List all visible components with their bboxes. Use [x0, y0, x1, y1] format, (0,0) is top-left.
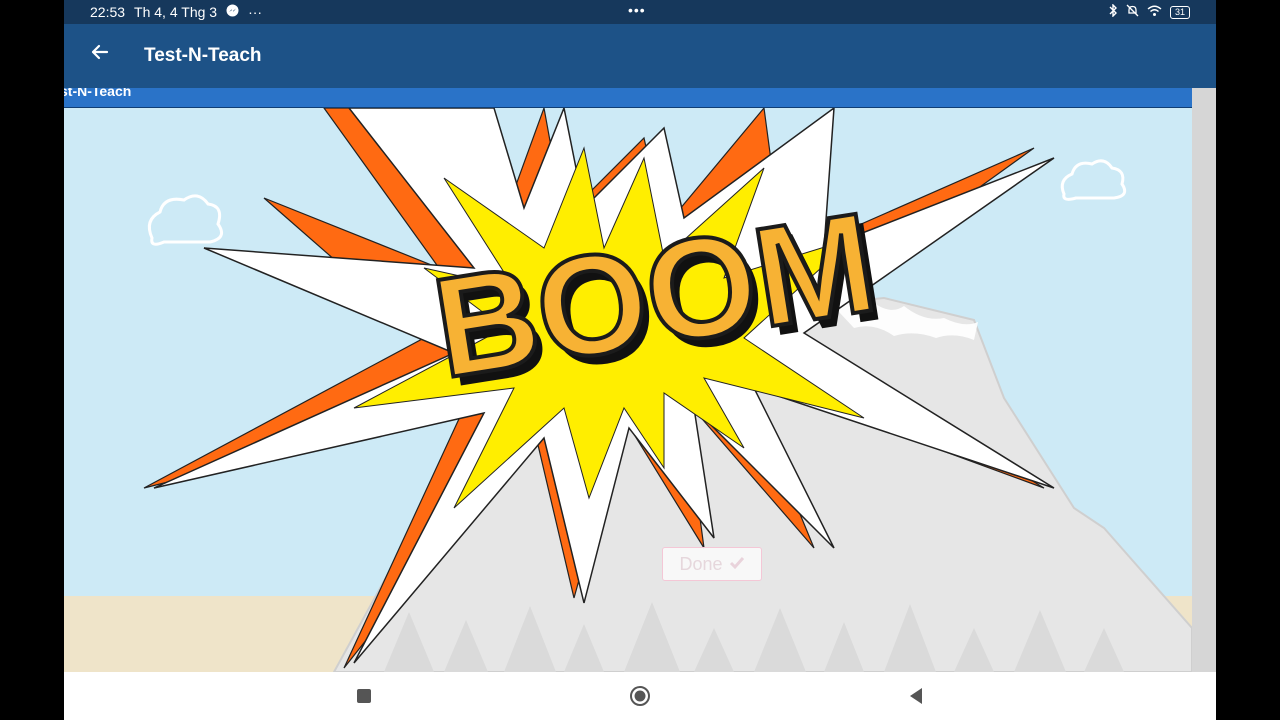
- done-label: Done: [679, 553, 723, 574]
- system-nav-bar: [64, 672, 1216, 720]
- arrow-left-icon[interactable]: [90, 42, 110, 68]
- circle-icon[interactable]: [626, 682, 654, 710]
- web-header-bar: st-N-Teach: [64, 88, 1192, 109]
- bluetooth-icon: [1108, 3, 1118, 20]
- done-button[interactable]: Done: [662, 547, 762, 581]
- status-more: ···: [248, 4, 263, 20]
- web-header-title: st-N-Teach: [64, 88, 132, 99]
- android-device: 22:53 Th 4, 4 Thg 3 ··· ••• 31 Test-N-Te: [64, 0, 1216, 720]
- wifi-icon: [1147, 5, 1162, 20]
- webview-scrollbar[interactable]: [1192, 88, 1216, 672]
- square-icon[interactable]: [350, 682, 378, 710]
- app-title: Test-N-Teach: [144, 45, 262, 66]
- app-bar: Test-N-Teach: [64, 24, 1216, 88]
- status-bar: 22:53 Th 4, 4 Thg 3 ··· ••• 31: [64, 0, 1216, 24]
- status-time: 22:53: [90, 4, 126, 20]
- status-center-dots: •••: [628, 2, 646, 18]
- check-icon: [729, 554, 745, 575]
- status-date: Th 4, 4 Thg 3: [134, 4, 218, 20]
- status-left: 22:53 Th 4, 4 Thg 3 ···: [90, 4, 262, 20]
- messenger-icon: [226, 4, 239, 20]
- battery-indicator: 31: [1169, 5, 1190, 19]
- status-right: 31: [1108, 3, 1190, 20]
- mute-bell-icon: [1126, 4, 1139, 20]
- triangle-back-icon[interactable]: [902, 682, 930, 710]
- game-webview[interactable]: st-N-Teach BOOM BOOM Done: [64, 88, 1192, 672]
- explosion-scene: BOOM BOOM: [64, 108, 1192, 672]
